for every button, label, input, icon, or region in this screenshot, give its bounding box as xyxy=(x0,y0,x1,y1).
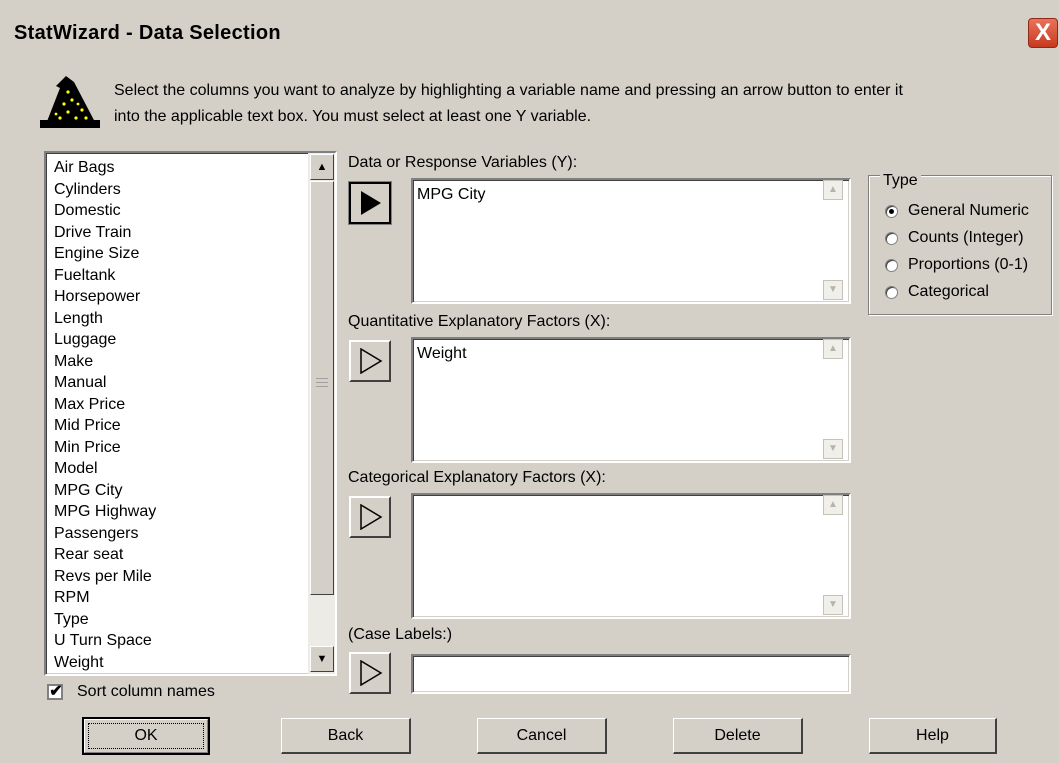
help-button[interactable]: Help xyxy=(869,718,997,754)
list-item[interactable]: Rear seat xyxy=(54,544,123,565)
type-radio-0[interactable] xyxy=(885,205,898,218)
list-item[interactable]: Mid Price xyxy=(54,415,121,436)
scroll-down-button[interactable]: ▼ xyxy=(310,646,334,672)
sort-label: Sort column names xyxy=(77,683,215,700)
chevron-up-icon: ▲ xyxy=(316,161,328,173)
check-icon: ✔ xyxy=(49,683,63,700)
list-item[interactable]: Drive Train xyxy=(54,222,131,243)
list-item[interactable]: Passengers xyxy=(54,523,139,544)
chevron-up-icon: ▲ xyxy=(828,499,838,510)
scroll-up-button[interactable]: ▲ xyxy=(310,154,334,180)
arrow-right-icon xyxy=(360,660,383,686)
list-item[interactable]: Revs per Mile xyxy=(54,566,152,587)
categ-scrollbar[interactable]: ▲ ▼ xyxy=(823,495,845,617)
cancel-button[interactable]: Cancel xyxy=(477,718,607,754)
list-item[interactable]: Min Price xyxy=(54,437,121,458)
ok-label: OK xyxy=(134,727,158,744)
type-radio-2[interactable] xyxy=(885,259,898,272)
list-item[interactable]: Fueltank xyxy=(54,265,115,286)
list-item[interactable]: MPG City xyxy=(54,480,122,501)
list-item[interactable]: Engine Size xyxy=(54,243,139,264)
quant-label: Quantitative Explanatory Factors (X): xyxy=(348,313,611,330)
delete-label: Delete xyxy=(714,727,761,744)
list-item[interactable]: Type xyxy=(54,609,89,630)
type-radio-label: Categorical xyxy=(908,283,989,300)
scroll-down-button[interactable]: ▼ xyxy=(823,439,843,459)
type-radio-3[interactable] xyxy=(885,286,898,299)
close-icon: X xyxy=(1034,19,1051,46)
list-item[interactable]: Weight xyxy=(54,652,104,673)
quant-value: Weight xyxy=(417,345,467,362)
variable-list[interactable]: Air Bags Cylinders Domestic Drive Train Engi… xyxy=(44,151,337,676)
chevron-down-icon: ▼ xyxy=(316,653,328,665)
arrow-right-icon xyxy=(360,348,383,374)
list-item[interactable]: Horsepower xyxy=(54,286,140,307)
list-item[interactable]: Length xyxy=(54,308,103,329)
grip-icon xyxy=(316,378,328,390)
response-field[interactable]: MPG City ▲ ▼ xyxy=(411,178,851,304)
type-group-legend: Type xyxy=(880,172,921,190)
delete-button[interactable]: Delete xyxy=(673,718,803,754)
type-radio-label: General Numeric xyxy=(908,202,1029,219)
type-radio-label: Counts (Integer) xyxy=(908,229,1024,246)
add-case-button[interactable] xyxy=(349,652,391,694)
list-item[interactable]: Domestic xyxy=(54,200,121,221)
window-title: StatWizard - Data Selection xyxy=(14,22,281,44)
response-scrollbar[interactable]: ▲ ▼ xyxy=(823,180,845,302)
scroll-up-button[interactable]: ▲ xyxy=(823,495,843,515)
chevron-up-icon: ▲ xyxy=(828,343,838,354)
response-value: MPG City xyxy=(417,186,486,203)
add-categ-button[interactable] xyxy=(349,496,391,538)
wizard-hat-icon xyxy=(38,74,102,130)
arrow-right-icon xyxy=(361,191,381,215)
case-field[interactable] xyxy=(411,654,851,694)
help-label: Help xyxy=(916,727,949,744)
scroll-down-button[interactable]: ▼ xyxy=(823,595,843,615)
close-button[interactable]: X xyxy=(1028,18,1058,48)
quant-scrollbar[interactable]: ▲ ▼ xyxy=(823,339,845,461)
sort-checkbox[interactable]: ✔ xyxy=(47,683,63,700)
scroll-up-button[interactable]: ▲ xyxy=(823,180,843,200)
list-item[interactable]: Max Price xyxy=(54,394,125,415)
list-item[interactable]: U Turn Space xyxy=(54,630,152,651)
list-item[interactable]: Cylinders xyxy=(54,179,121,200)
ok-button[interactable]: OK xyxy=(82,717,210,755)
chevron-up-icon: ▲ xyxy=(828,184,838,195)
categ-label: Categorical Explanatory Factors (X): xyxy=(348,469,606,486)
list-item[interactable]: Air Bags xyxy=(54,157,114,178)
list-item[interactable]: Model xyxy=(54,458,98,479)
quant-field[interactable]: Weight ▲ ▼ xyxy=(411,337,851,463)
instructions-text: Select the columns you want to analyze b… xyxy=(114,82,903,125)
list-item[interactable]: RPM xyxy=(54,587,90,608)
type-radio-1[interactable] xyxy=(885,232,898,245)
list-item[interactable]: Make xyxy=(54,351,93,372)
type-radio-label: Proportions (0-1) xyxy=(908,256,1029,273)
chevron-down-icon: ▼ xyxy=(828,284,838,295)
list-item[interactable]: MPG Highway xyxy=(54,501,156,522)
chevron-down-icon: ▼ xyxy=(828,599,838,610)
arrow-right-icon xyxy=(360,504,383,530)
cancel-label: Cancel xyxy=(516,727,567,744)
back-button[interactable]: Back xyxy=(281,718,411,754)
add-response-button[interactable] xyxy=(348,181,392,225)
case-label: (Case Labels:) xyxy=(348,626,453,643)
add-quant-button[interactable] xyxy=(349,340,391,382)
chevron-down-icon: ▼ xyxy=(828,443,838,454)
scroll-up-button[interactable]: ▲ xyxy=(823,339,843,359)
scroll-down-button[interactable]: ▼ xyxy=(823,280,843,300)
response-label: Data or Response Variables (Y): xyxy=(348,154,578,171)
list-item[interactable]: Manual xyxy=(54,372,106,393)
list-item[interactable]: Luggage xyxy=(54,329,116,350)
categ-field[interactable]: ▲ ▼ xyxy=(411,493,851,619)
back-label: Back xyxy=(327,727,364,744)
